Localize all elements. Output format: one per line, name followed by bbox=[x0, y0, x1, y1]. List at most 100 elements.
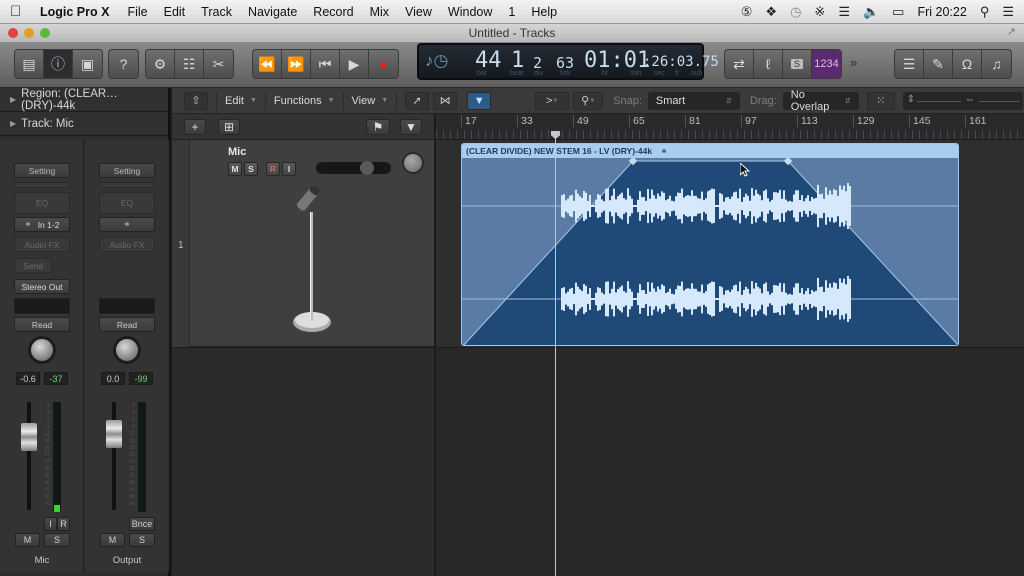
secondary-tool-menu[interactable]: ⚲ ▼ bbox=[573, 91, 604, 110]
go-to-start-icon[interactable]: ⏮ bbox=[311, 50, 340, 78]
automation-icon[interactable]: ➚ bbox=[405, 91, 430, 110]
battery-icon[interactable]: ▭ bbox=[892, 4, 904, 20]
apple-icon[interactable]:  bbox=[10, 3, 36, 20]
note-pad-icon[interactable]: ✎ bbox=[924, 50, 953, 78]
catch-up-icon[interactable]: ⇧ bbox=[184, 91, 208, 110]
menu-file[interactable]: File bbox=[119, 5, 155, 19]
automation-mode-button[interactable]: Read bbox=[99, 317, 155, 332]
setting-button[interactable]: Setting bbox=[99, 163, 155, 178]
waveform-zoom-icon[interactable]: ⁙ bbox=[866, 91, 895, 110]
audio-fx-slot[interactable]: Audio FX bbox=[14, 237, 70, 252]
disclosure-triangle-icon[interactable]: ▶ bbox=[10, 119, 16, 128]
solo-button[interactable]: S bbox=[44, 533, 70, 547]
loop-browser-icon[interactable]: Ω bbox=[953, 50, 982, 78]
vertical-zoom-slider[interactable] bbox=[916, 100, 961, 102]
bounce-button[interactable]: Bnce bbox=[129, 517, 155, 531]
channel-name[interactable]: Mic bbox=[0, 555, 84, 566]
zoom-sliders[interactable]: ⇕ ⇔ bbox=[902, 91, 1023, 110]
volume-readout[interactable]: 0.0 bbox=[101, 372, 125, 385]
horizontal-zoom-slider[interactable] bbox=[978, 100, 1019, 102]
region-title-bar[interactable]: (CLEAR DIVIDE) NEW STEM 16 - LV (DRY)-44… bbox=[462, 144, 958, 158]
inspector-region-header[interactable]: ▶ Region: (CLEAR…(DRY)-44k bbox=[0, 88, 168, 112]
record-enable-button[interactable]: R bbox=[57, 517, 70, 531]
channel-name[interactable]: Output bbox=[85, 555, 169, 566]
menu-1[interactable]: 1 bbox=[500, 5, 523, 19]
peak-readout[interactable]: -37 bbox=[44, 372, 68, 385]
library-icon[interactable]: ▤ bbox=[15, 50, 44, 78]
eq-display[interactable]: EQ bbox=[14, 192, 70, 214]
peak-readout[interactable]: -99 bbox=[129, 372, 153, 385]
time-machine-icon[interactable]: ◷ bbox=[790, 4, 801, 20]
bluetooth-icon[interactable]: ※ bbox=[814, 4, 825, 20]
eq-display[interactable]: EQ bbox=[99, 192, 155, 214]
playhead[interactable] bbox=[555, 132, 556, 576]
drag-select[interactable]: No Overlap ⇵ bbox=[782, 89, 859, 113]
inspector-track-header[interactable]: ▶ Track: Mic bbox=[0, 112, 168, 136]
clock[interactable]: Fri 20:22 bbox=[917, 5, 966, 19]
volume-fader-cap[interactable] bbox=[106, 420, 122, 448]
add-track-button[interactable]: + bbox=[184, 119, 206, 135]
new-folder-button[interactable]: ⊞ bbox=[218, 119, 240, 135]
stereo-link-button[interactable]: ⚭ bbox=[99, 217, 155, 232]
count-in-button[interactable]: 1234 bbox=[812, 50, 841, 78]
track-volume-slider[interactable] bbox=[316, 161, 391, 175]
menu-window[interactable]: Window bbox=[440, 5, 500, 19]
media-browser-icon[interactable]: ♫ bbox=[982, 50, 1011, 78]
track-solo-button[interactable]: S bbox=[244, 162, 258, 176]
volume-icon[interactable]: 🔈 bbox=[863, 4, 879, 20]
view-menu[interactable]: View ▼ bbox=[344, 91, 398, 110]
beats-time-mode-icon[interactable]: ♪◷ bbox=[425, 51, 448, 71]
group-slot[interactable] bbox=[14, 298, 70, 314]
mixer-icon[interactable]: ☷ bbox=[175, 50, 204, 78]
solo-mode-button[interactable]: S bbox=[783, 50, 812, 78]
track-mute-button[interactable]: M bbox=[228, 162, 242, 176]
menu-edit[interactable]: Edit bbox=[156, 5, 194, 19]
input-button[interactable]: ⚭ In 1-2 bbox=[14, 217, 70, 232]
flex-icon[interactable]: ⋈ bbox=[433, 91, 458, 110]
menu-mix[interactable]: Mix bbox=[362, 5, 397, 19]
audio-fx-slot[interactable]: Audio FX bbox=[99, 237, 155, 252]
play-icon[interactable]: ▶ bbox=[340, 50, 369, 78]
volume-readout[interactable]: -0.6 bbox=[16, 372, 40, 385]
lcd-display[interactable]: ♪◷ 44 1 2 63 01:01 :26:03.75 bar beat di… bbox=[417, 43, 719, 80]
mute-button[interactable]: M bbox=[100, 533, 125, 547]
list-editors-icon[interactable]: ☰ bbox=[895, 50, 924, 78]
send-slot[interactable]: Send bbox=[14, 258, 52, 273]
track-pan-knob[interactable] bbox=[402, 152, 424, 174]
setting-button[interactable]: Setting bbox=[14, 163, 70, 178]
menu-navigate[interactable]: Navigate bbox=[240, 5, 305, 19]
dropbox-icon[interactable]: ❖ bbox=[765, 4, 777, 20]
smart-controls-icon[interactable]: ⚙ bbox=[146, 50, 175, 78]
mute-button[interactable]: M bbox=[15, 533, 40, 547]
volume-fader-track[interactable] bbox=[112, 402, 116, 510]
rewind-icon[interactable]: ⏪ bbox=[253, 50, 282, 78]
audio-region[interactable]: (CLEAR DIVIDE) NEW STEM 16 - LV (DRY)-44… bbox=[461, 143, 959, 346]
menu-record[interactable]: Record bbox=[305, 5, 361, 19]
track-name[interactable]: Mic bbox=[228, 146, 246, 158]
inspector-icon[interactable]: ⓘ bbox=[44, 50, 73, 78]
record-icon[interactable]: ● bbox=[369, 50, 398, 78]
notification-list-icon[interactable]: ☰ bbox=[1002, 4, 1014, 20]
automation-mode-button[interactable]: Read bbox=[14, 317, 70, 332]
more-icon[interactable]: » bbox=[850, 55, 857, 70]
editors-scissors-icon[interactable]: ✂ bbox=[204, 50, 233, 78]
volume-fader-track[interactable] bbox=[27, 402, 31, 510]
track-header-mic[interactable]: 1 Mic M S R I bbox=[172, 140, 434, 347]
output-button[interactable]: Stereo Out bbox=[14, 279, 70, 294]
edit-menu[interactable]: Edit ▼ bbox=[216, 91, 266, 110]
tuner-icon[interactable]: ℓ bbox=[754, 50, 783, 78]
menu-app-name[interactable]: Logic Pro X bbox=[36, 5, 119, 19]
fast-forward-icon[interactable]: ⏩ bbox=[282, 50, 311, 78]
disclosure-triangle-icon[interactable]: ▶ bbox=[10, 95, 16, 104]
group-slot[interactable] bbox=[99, 298, 155, 314]
bar-ruler[interactable]: 17 33 49 65 81 97 113 129 145 161 bbox=[436, 114, 1024, 140]
pan-knob[interactable] bbox=[113, 336, 141, 364]
track-list-empty-area[interactable] bbox=[172, 348, 434, 576]
volume-fader-cap[interactable] bbox=[21, 423, 37, 451]
search-icon[interactable]: ⚲ bbox=[980, 4, 990, 20]
track-record-button[interactable]: R bbox=[266, 162, 280, 176]
cycle-icon[interactable]: ⇄ bbox=[725, 50, 754, 78]
wifi-icon[interactable]: ☰ bbox=[838, 4, 850, 20]
solo-button[interactable]: S bbox=[129, 533, 155, 547]
pointer-tool-menu[interactable]: > ▼ bbox=[535, 91, 570, 110]
